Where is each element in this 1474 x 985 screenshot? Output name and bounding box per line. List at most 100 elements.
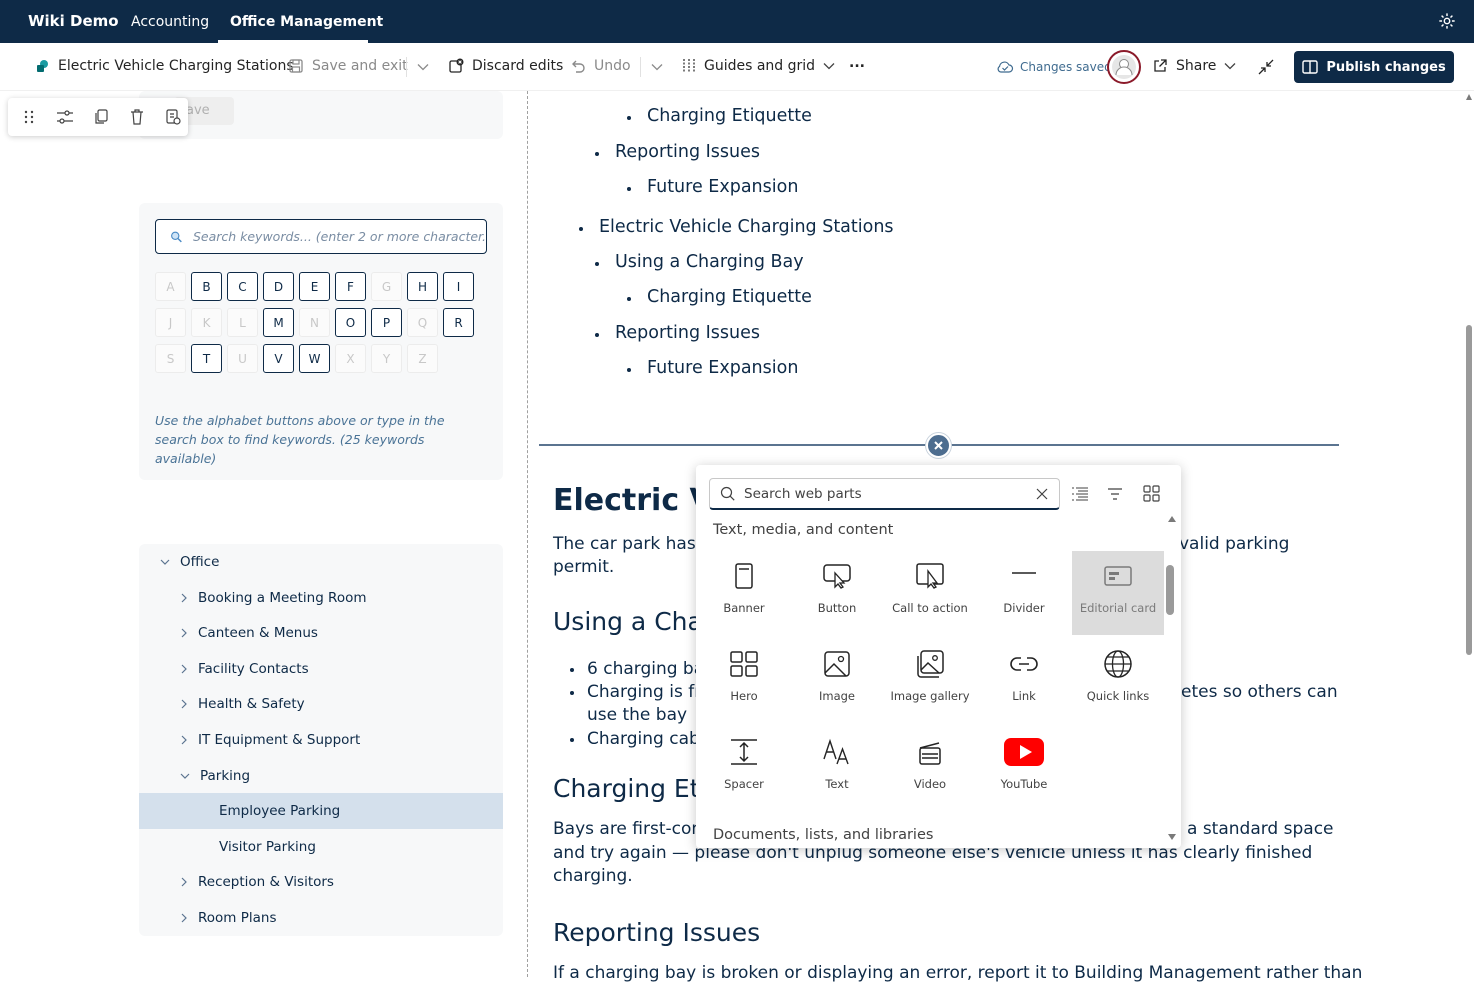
image-gallery-icon xyxy=(917,650,944,678)
page-name-button[interactable]: Electric Vehicle Charging Stations xyxy=(36,58,294,74)
share-button[interactable]: Share xyxy=(1152,58,1236,74)
tree-item-visitor-parking[interactable]: Visitor Parking xyxy=(219,839,316,855)
letter-button-f[interactable]: F xyxy=(335,272,366,301)
tree-item-reception[interactable]: Reception & Visitors xyxy=(180,874,334,890)
gear-icon[interactable] xyxy=(1438,12,1456,30)
undo-button[interactable]: Undo xyxy=(570,58,631,74)
article-paragraph: charging. xyxy=(553,866,633,886)
publish-changes-button[interactable]: Publish changes xyxy=(1294,51,1454,83)
filter-icon[interactable] xyxy=(1107,487,1123,501)
letter-button-z: Z xyxy=(407,344,438,373)
collapse-icon[interactable] xyxy=(1257,58,1275,76)
search-icon xyxy=(720,486,735,501)
toc-link[interactable]: Charging Etiquette xyxy=(647,287,812,307)
webpart-link[interactable]: Link xyxy=(978,639,1070,723)
toc-link[interactable]: Using a Charging Bay xyxy=(615,252,804,272)
tree-item-booking[interactable]: Booking a Meeting Room xyxy=(180,590,367,606)
webpart-spacer[interactable]: Spacer xyxy=(698,727,790,811)
scroll-up-arrow-icon[interactable] xyxy=(1167,515,1177,523)
letter-button-h[interactable]: H xyxy=(407,272,438,301)
letter-button-v[interactable]: V xyxy=(263,344,294,373)
tree-item-health-safety[interactable]: Health & Safety xyxy=(180,696,305,712)
webpart-divider[interactable]: Divider xyxy=(978,551,1070,635)
toc-link[interactable]: Electric Vehicle Charging Stations xyxy=(599,217,894,237)
hero-icon xyxy=(730,651,758,677)
toc-link[interactable]: Reporting Issues xyxy=(615,142,760,162)
letter-button-m[interactable]: M xyxy=(263,308,294,337)
webpart-editorial-card[interactable]: Editorial card xyxy=(1072,551,1164,635)
nav-accounting[interactable]: Accounting xyxy=(131,14,209,30)
scroll-up-arrow-icon[interactable] xyxy=(1465,93,1473,101)
toc-link[interactable]: Future Expansion xyxy=(647,177,798,197)
keyword-search-input[interactable]: Search keywords... (enter 2 or more char… xyxy=(155,219,487,254)
webpart-banner[interactable]: Banner xyxy=(698,551,790,635)
share-icon xyxy=(1154,59,1167,72)
chevron-right-icon xyxy=(181,735,187,745)
chevron-right-icon xyxy=(181,593,187,603)
letter-button-p[interactable]: P xyxy=(371,308,402,337)
letter-button-y: Y xyxy=(371,344,402,373)
webpart-image-gallery[interactable]: Image gallery xyxy=(884,639,976,723)
letter-button-r[interactable]: R xyxy=(443,308,474,337)
tree-item-employee-parking[interactable]: Employee Parking xyxy=(219,803,340,819)
button-icon xyxy=(823,564,851,589)
letter-button-b[interactable]: B xyxy=(191,272,222,301)
webpart-video[interactable]: Video xyxy=(884,727,976,811)
tree-item-office[interactable]: Office xyxy=(160,554,219,570)
toc-link[interactable]: Future Expansion xyxy=(647,358,798,378)
letter-button-i[interactable]: I xyxy=(443,272,474,301)
tree-item-label: Room Plans xyxy=(198,910,277,926)
tree-item-parking[interactable]: Parking xyxy=(180,768,250,784)
list-item: use the bay xyxy=(587,705,688,725)
webpart-call-to-action[interactable]: Call to action xyxy=(884,551,976,635)
more-options-button[interactable]: ... xyxy=(849,55,865,71)
toc-link[interactable]: Reporting Issues xyxy=(615,323,760,343)
list-bullet xyxy=(570,691,574,695)
nav-office-management[interactable]: Office Management xyxy=(230,14,383,30)
webpart-image[interactable]: Image xyxy=(791,639,883,723)
letter-button-t[interactable]: T xyxy=(191,344,222,373)
webpart-search-input[interactable]: Search web parts xyxy=(709,478,1060,510)
letter-button-o[interactable]: O xyxy=(335,308,366,337)
tree-item-it-equipment[interactable]: IT Equipment & Support xyxy=(180,732,360,748)
duplicate-icon[interactable] xyxy=(90,108,112,126)
save-exit-button[interactable]: Save and exit xyxy=(288,58,408,74)
article-paragraph: a standard space xyxy=(1187,819,1334,839)
webpart-youtube[interactable]: YouTube xyxy=(978,727,1070,811)
close-webpart-picker-button[interactable] xyxy=(926,433,951,458)
webpart-text[interactable]: Text xyxy=(791,727,883,811)
clear-icon[interactable] xyxy=(1035,487,1049,501)
properties-icon[interactable] xyxy=(162,108,184,126)
grid-view-icon[interactable] xyxy=(1143,485,1160,502)
webpart-label: Image gallery xyxy=(890,689,970,703)
drag-handle-icon[interactable] xyxy=(18,108,40,126)
letter-button-e[interactable]: E xyxy=(299,272,330,301)
share-label: Share xyxy=(1176,58,1217,74)
settings-sliders-icon[interactable] xyxy=(54,108,76,126)
tree-item-room-plans[interactable]: Room Plans xyxy=(180,910,277,926)
tree-item-canteen[interactable]: Canteen & Menus xyxy=(180,625,318,641)
scroll-down-arrow-icon[interactable] xyxy=(1167,833,1177,841)
toc-bullet xyxy=(627,368,631,372)
chevron-down-icon[interactable] xyxy=(651,63,663,71)
video-icon xyxy=(919,742,941,765)
saved-label: Changes saved xyxy=(1020,60,1112,74)
letter-button-c[interactable]: C xyxy=(227,272,258,301)
toc-bullet xyxy=(627,116,631,120)
guides-grid-button[interactable]: Guides and grid xyxy=(682,58,835,74)
letter-button-w[interactable]: W xyxy=(299,344,330,373)
webpart-button[interactable]: Button xyxy=(791,551,883,635)
delete-icon[interactable] xyxy=(126,108,148,126)
site-brand[interactable]: Wiki Demo xyxy=(28,12,119,30)
webpart-quick-links[interactable]: Quick links xyxy=(1072,639,1164,723)
chevron-down-icon[interactable] xyxy=(417,63,429,71)
list-view-icon[interactable] xyxy=(1071,486,1089,502)
tree-item-facility-contacts[interactable]: Facility Contacts xyxy=(180,661,309,677)
toc-link[interactable]: Charging Etiquette xyxy=(647,106,812,126)
avatar[interactable] xyxy=(1107,50,1141,84)
page-scrollbar-thumb[interactable] xyxy=(1466,325,1472,655)
webpart-hero[interactable]: Hero xyxy=(698,639,790,723)
discard-edits-button[interactable]: Discard edits xyxy=(448,58,563,74)
panel-scrollbar-thumb[interactable] xyxy=(1166,565,1174,615)
letter-button-d[interactable]: D xyxy=(263,272,294,301)
